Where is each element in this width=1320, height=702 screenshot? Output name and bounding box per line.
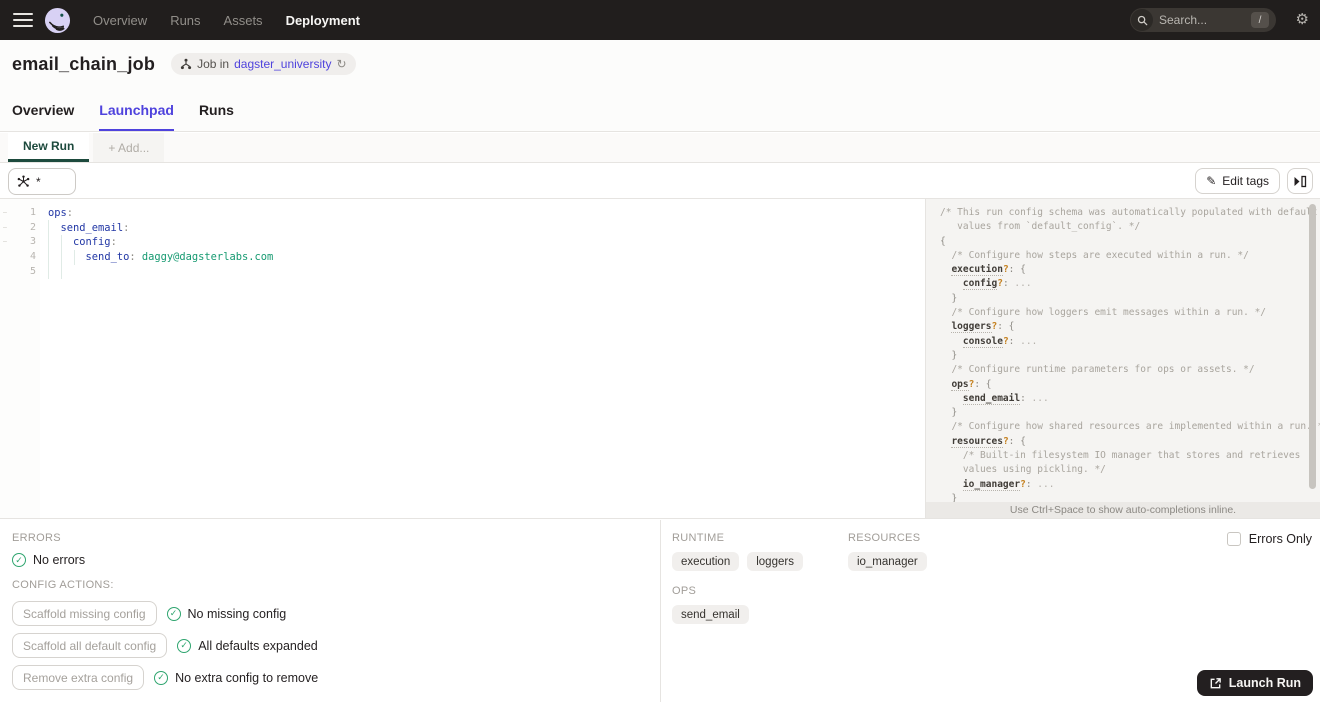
op-selector-input[interactable]: * (8, 168, 76, 195)
errors-only-checkbox[interactable] (1226, 532, 1241, 546)
resources-label: RESOURCES (847, 532, 921, 544)
config-action-row: Scaffold missing config ✓ No missing con… (12, 601, 318, 626)
chip-io-manager[interactable]: io_manager (847, 552, 927, 571)
gear-icon[interactable]: ⚙ (1296, 11, 1309, 29)
job-location-badge: Job in dagster_university ↻ (171, 53, 356, 75)
ops-label: OPS (672, 585, 697, 597)
config-action-row: Remove extra config ✓ No extra config to… (12, 665, 318, 690)
job-graph-icon (180, 58, 192, 70)
op-selector-value: * (36, 174, 41, 189)
pencil-icon: ✎ (1206, 174, 1217, 188)
config-editor: – – – 12345 ops: send_email: config: send_… (0, 199, 1320, 519)
errors-only-label: Errors Only (1248, 532, 1312, 546)
expand-panel-icon (1294, 175, 1307, 187)
chip-send-email[interactable]: send_email (672, 605, 749, 624)
remove-extra-config-button[interactable]: Remove extra config (12, 665, 145, 690)
toggle-schema-panel-button[interactable] (1287, 168, 1313, 194)
check-circle-icon: ✓ (177, 638, 192, 653)
scaffold-missing-config-button[interactable]: Scaffold missing config (12, 601, 157, 626)
nav-runs[interactable]: Runs (170, 13, 200, 28)
errors-only-control: Errors Only (1226, 532, 1312, 546)
dagster-app: Overview Runs Assets Deployment / ⚙ emai… (0, 0, 1320, 702)
reload-icon[interactable]: ↻ (336, 57, 346, 71)
tab-runs[interactable]: Runs (199, 88, 234, 131)
errors-section: ERRORS ✓ No errors CONFIG ACTIONS: Scaff… (12, 532, 318, 697)
launch-run-button[interactable]: Launch Run (1196, 670, 1313, 696)
global-search[interactable]: / (1130, 8, 1276, 32)
line-numbers: 12345 (29, 207, 36, 277)
config-sections: RUNTIME execution loggers RESOURCES io_m… (672, 532, 927, 624)
tab-launchpad[interactable]: Launchpad (99, 88, 174, 131)
tab-new-run[interactable]: New Run (8, 133, 90, 162)
page-title: email_chain_job (12, 53, 156, 74)
tab-overview[interactable]: Overview (12, 88, 74, 131)
search-shortcut-badge: / (1251, 12, 1269, 28)
check-circle-icon: ✓ (166, 606, 181, 621)
scaffold-all-default-config-button[interactable]: Scaffold all default config (12, 633, 168, 658)
resources-section: RESOURCES io_manager (847, 532, 927, 571)
action-status-text: No missing config (187, 606, 287, 621)
nav-deployment[interactable]: Deployment (286, 13, 360, 28)
editor-gutter: – – – 12345 (0, 199, 40, 518)
no-errors-text: No errors (33, 553, 86, 567)
runtime-label: RUNTIME (672, 532, 725, 544)
op-graph-icon (17, 175, 30, 187)
check-circle-icon: ✓ (12, 553, 26, 567)
nav-overview[interactable]: Overview (93, 13, 147, 28)
ops-section: OPS send_email (672, 585, 927, 624)
add-config-tab-button[interactable]: + Add... (93, 133, 165, 162)
launch-icon (1210, 677, 1221, 688)
hamburger-menu-icon[interactable] (13, 13, 33, 27)
chip-execution[interactable]: execution (672, 552, 740, 571)
schema-scrollbar[interactable] (1309, 204, 1316, 489)
code-location-link[interactable]: dagster_university (234, 57, 331, 71)
config-action-row: Scaffold all default config ✓ All defaul… (12, 633, 318, 658)
chip-loggers[interactable]: loggers (747, 552, 803, 571)
autocomplete-hint: Use Ctrl+Space to show auto-completions … (926, 502, 1320, 518)
top-nav-bar: Overview Runs Assets Deployment / ⚙ (0, 0, 1320, 40)
launchpad-config-tabs: New Run + Add... (0, 133, 1320, 163)
job-tabs: Overview Launchpad Runs (0, 88, 1320, 132)
action-status-text: All defaults expanded (198, 638, 318, 653)
job-badge-prefix: Job in (197, 57, 230, 71)
selector-toolbar: * ✎ Edit tags (0, 164, 1320, 199)
fold-markers[interactable]: – – – (3, 206, 11, 250)
config-schema-panel: /* This run config schema was automatica… (926, 199, 1320, 518)
runtime-section: RUNTIME execution loggers (672, 532, 803, 571)
primary-nav: Overview Runs Assets Deployment (93, 13, 360, 28)
check-circle-icon: ✓ (154, 670, 169, 685)
search-icon (1131, 9, 1153, 31)
config-actions-label: CONFIG ACTIONS: (12, 579, 114, 591)
job-header: email_chain_job Job in dagster_universit… (0, 40, 1320, 88)
search-input[interactable] (1159, 13, 1251, 27)
config-schema-code: /* This run config schema was automatica… (940, 207, 1320, 504)
action-status-text: No extra config to remove (175, 670, 319, 685)
nav-assets[interactable]: Assets (224, 13, 263, 28)
bottom-panel: ERRORS ✓ No errors CONFIG ACTIONS: Scaff… (0, 520, 1320, 702)
yaml-config-code[interactable]: ops: send_email: config: send_to: daggy@… (48, 206, 920, 518)
edit-tags-button[interactable]: ✎ Edit tags (1195, 168, 1280, 194)
launch-run-label: Launch Run (1228, 676, 1301, 690)
dagster-logo-icon[interactable] (44, 7, 71, 34)
errors-label: ERRORS (12, 532, 61, 544)
edit-tags-label: Edit tags (1222, 174, 1269, 188)
